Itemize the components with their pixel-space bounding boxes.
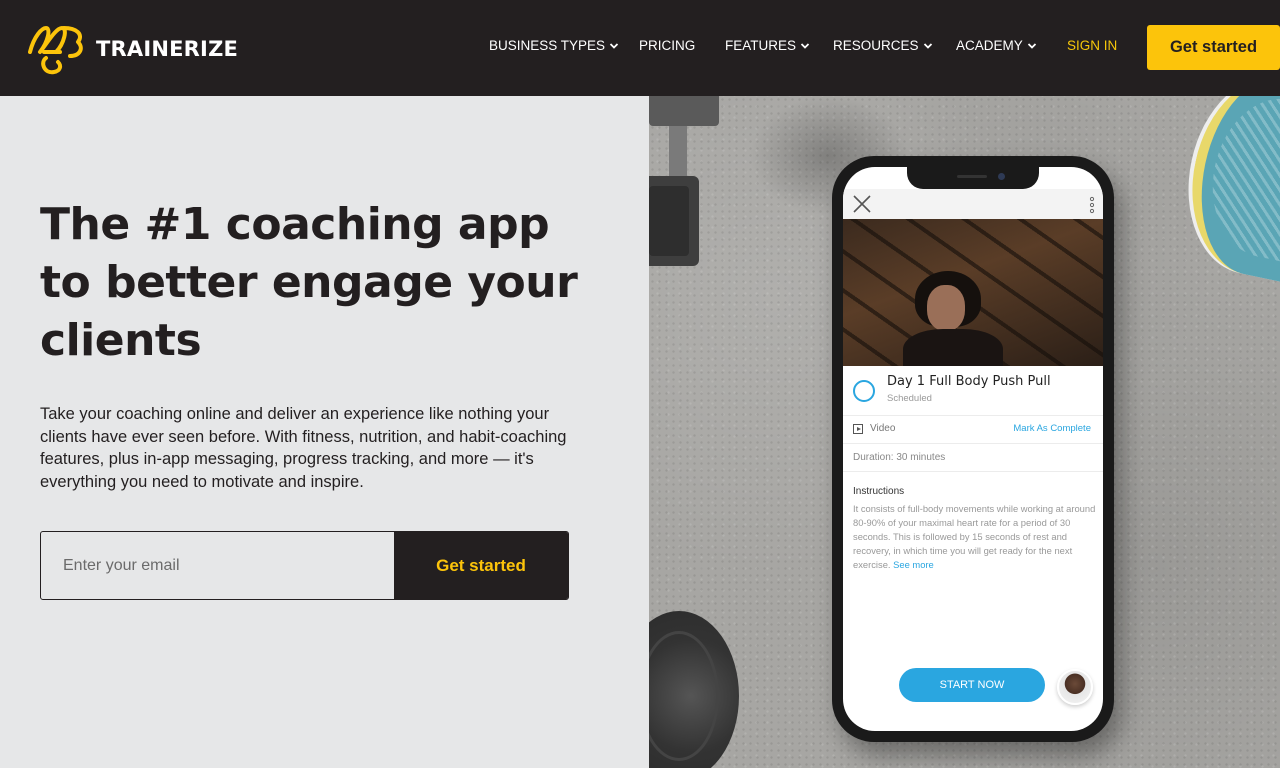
nav-academy[interactable]: ACADEMY (956, 38, 1037, 53)
trainerize-logo[interactable]: TRAINERIZE (26, 22, 238, 76)
video-play-icon (853, 424, 863, 434)
chevron-down-icon (800, 42, 810, 49)
brand-name: TRAINERIZE (96, 37, 239, 61)
phone-screen: Day 1 Full Body Push Pull Scheduled Vide… (843, 167, 1103, 731)
site-header: TRAINERIZE BUSINESS TYPES PRICING FEATUR… (0, 0, 1280, 96)
workout-duration: Duration: 30 minutes (853, 452, 946, 463)
hero-image: Day 1 Full Body Push Pull Scheduled Vide… (649, 96, 1280, 768)
nav-business-types[interactable]: BUSINESS TYPES (489, 38, 619, 53)
video-person-face (927, 285, 965, 331)
complete-checkbox[interactable] (853, 380, 875, 402)
speaker (957, 175, 987, 178)
workout-status: Scheduled (887, 393, 932, 404)
trainerize-logo-mark-icon (28, 26, 83, 75)
start-now-button[interactable]: START NOW (899, 668, 1045, 702)
see-more-link[interactable]: See more (893, 559, 934, 570)
hero-headline: The #1 coaching app to better engage you… (40, 199, 578, 366)
workout-video-thumbnail[interactable] (843, 219, 1103, 366)
nav-label: RESOURCES (833, 38, 919, 53)
phone-notch (907, 167, 1039, 189)
nav-label: FEATURES (725, 38, 797, 53)
nav-label: ACADEMY (956, 38, 1023, 53)
coach-avatar[interactable] (1057, 669, 1093, 705)
close-icon[interactable] (851, 193, 873, 215)
instructions-title: Instructions (853, 486, 905, 497)
hero-get-started-button[interactable]: Get started (394, 532, 568, 599)
nav-label: PRICING (639, 38, 696, 53)
instructions-body: It consists of full-body movements while… (853, 503, 1096, 570)
sign-in-link[interactable]: SIGN IN (1067, 38, 1117, 53)
instructions-text: It consists of full-body movements while… (853, 502, 1097, 572)
phone-mockup: Day 1 Full Body Push Pull Scheduled Vide… (832, 156, 1114, 742)
app-topbar (843, 189, 1103, 219)
mark-complete-link[interactable]: Mark As Complete (1013, 423, 1091, 434)
video-person-body (903, 329, 1003, 366)
video-label: Video (870, 423, 896, 434)
nav-features[interactable]: FEATURES (725, 38, 810, 53)
dumbbell-image (649, 96, 719, 266)
email-signup-form: Get started (40, 531, 569, 600)
nav-pricing[interactable]: PRICING (639, 38, 695, 53)
workout-header: Day 1 Full Body Push Pull Scheduled (843, 366, 1103, 416)
workout-title: Day 1 Full Body Push Pull (887, 374, 1051, 389)
hero-subcopy: Take your coaching online and deliver an… (40, 405, 567, 491)
nav-resources[interactable]: RESOURCES (833, 38, 933, 53)
chevron-down-icon (1027, 42, 1036, 49)
header-get-started-button[interactable]: Get started (1147, 25, 1280, 70)
chevron-down-icon (923, 42, 932, 49)
chevron-down-icon (609, 42, 619, 49)
email-input[interactable] (41, 532, 394, 599)
nav-label: BUSINESS TYPES (489, 38, 606, 53)
more-options-icon[interactable] (1089, 195, 1095, 215)
camera (998, 173, 1005, 180)
video-row: Video Mark As Complete (843, 416, 1103, 444)
hero-section: The #1 coaching app to better engage you… (0, 96, 649, 768)
duration-row: Duration: 30 minutes (843, 444, 1103, 472)
